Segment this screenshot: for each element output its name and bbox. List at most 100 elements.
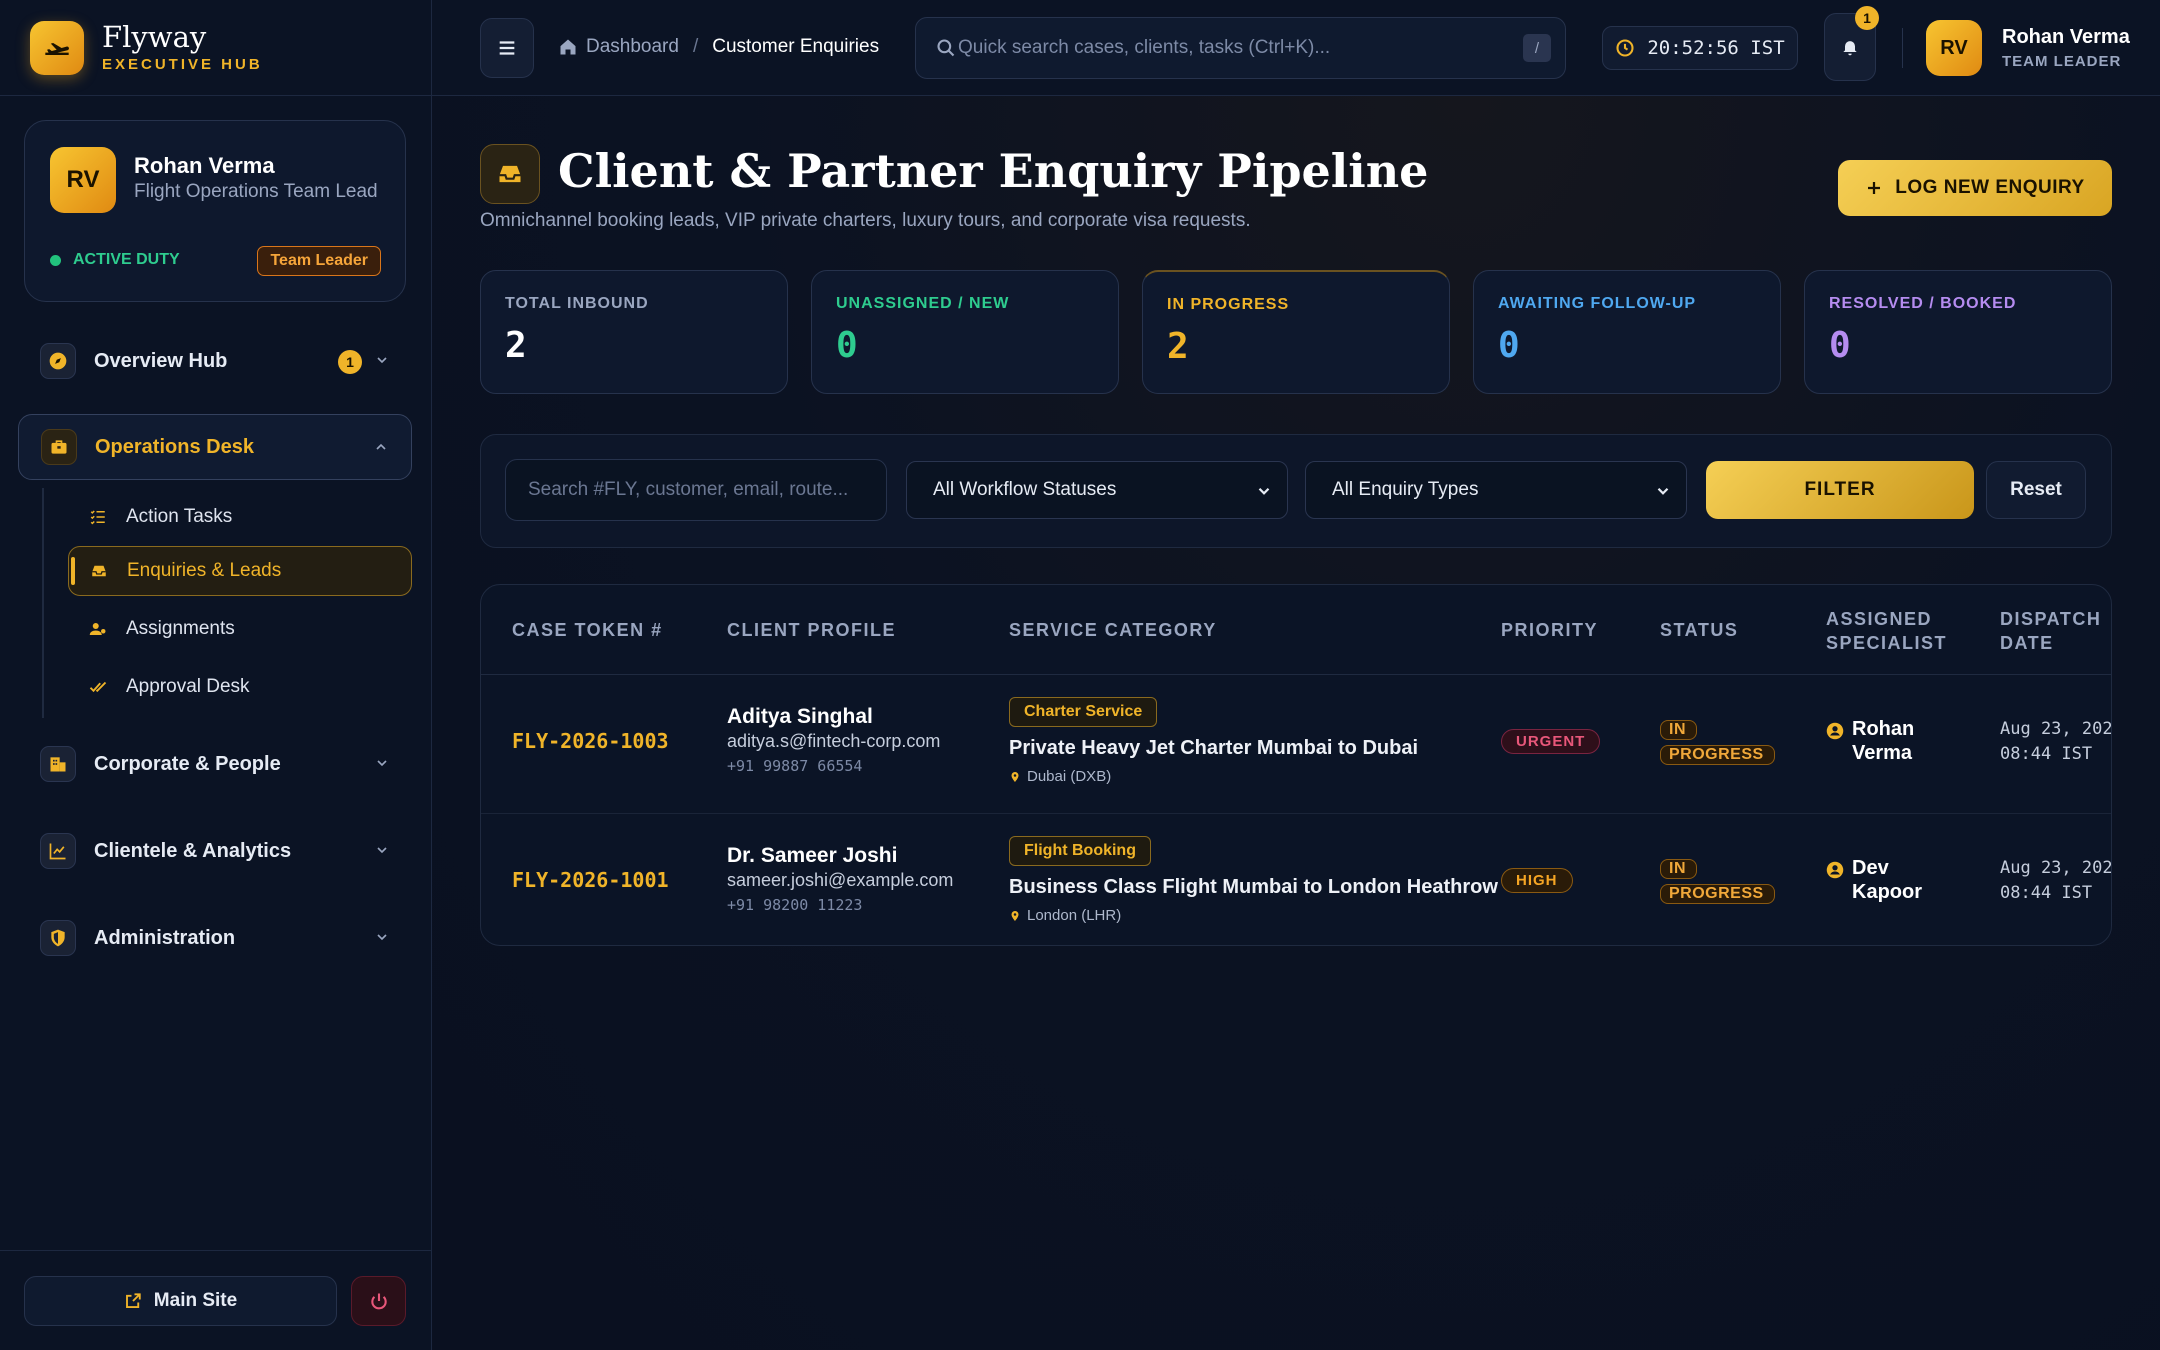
- stat-card-resolved: RESOLVED / BOOKED 0: [1804, 270, 2112, 394]
- select-value: All Enquiry Types: [1332, 479, 1479, 500]
- reset-button[interactable]: Reset: [1986, 461, 2086, 519]
- user-circle-icon: [1826, 722, 1844, 740]
- map-pin-icon: [1011, 771, 1019, 782]
- header-client-profile[interactable]: CLIENT PROFILE: [727, 618, 896, 642]
- profile-card: RV Rohan Verma Flight Operations Team Le…: [24, 120, 406, 302]
- status-line: IN: [1660, 720, 1697, 740]
- main-site-button[interactable]: Main Site: [24, 1276, 337, 1326]
- brand[interactable]: Flyway EXECUTIVE HUB: [0, 0, 431, 96]
- briefcase-icon: [41, 429, 77, 465]
- bell-icon: [1843, 41, 1857, 56]
- inbox-icon: [480, 144, 540, 204]
- assigned-specialist: Rohan Verma: [1826, 717, 1914, 765]
- client-name: Aditya Singhal: [727, 705, 873, 728]
- header-case-token[interactable]: CASE TOKEN #: [512, 618, 663, 642]
- nav-label: Administration: [94, 926, 236, 949]
- service-tag: Charter Service: [1009, 697, 1158, 727]
- nav-label: Operations Desk: [95, 435, 254, 458]
- service-tag: Flight Booking: [1009, 836, 1151, 866]
- enquiry-search-input[interactable]: [505, 459, 887, 521]
- header-status[interactable]: STATUS: [1660, 618, 1738, 642]
- client-phone: +91 98200 11223: [727, 896, 863, 914]
- chevron-down-icon: [377, 934, 387, 941]
- search-icon: [937, 39, 955, 57]
- stat-label: IN PROGRESS: [1167, 296, 1290, 313]
- dispatch-day: Aug 23, 2026: [2000, 858, 2112, 878]
- subnav-label: Enquiries & Leads: [127, 560, 282, 581]
- case-token[interactable]: FLY-2026-1003: [512, 729, 669, 753]
- breadcrumb-home[interactable]: Dashboard: [586, 36, 679, 58]
- assigned-specialist: Dev Kapoor: [1826, 856, 1922, 904]
- case-token[interactable]: FLY-2026-1001: [512, 868, 669, 892]
- building-icon: [40, 746, 76, 782]
- subnav-assignments[interactable]: Assignments: [68, 604, 412, 654]
- compass-icon: [40, 343, 76, 379]
- stat-label: UNASSIGNED / NEW: [836, 295, 1010, 312]
- dispatch-day: Aug 23, 2026: [2000, 719, 2112, 739]
- header-line: SPECIALIST: [1826, 633, 1948, 653]
- stat-value: 2: [1167, 326, 1189, 367]
- table-row[interactable]: FLY-2026-1001 Dr. Sameer Joshi sameer.jo…: [481, 813, 2112, 945]
- topbar: Dashboard / Customer Enquiries / 20:52:5…: [432, 0, 2160, 96]
- nav-label: Clientele & Analytics: [94, 839, 292, 862]
- stat-card-in-progress: IN PROGRESS 2: [1142, 270, 1450, 394]
- table-header: CASE TOKEN # CLIENT PROFILE SERVICE CATE…: [481, 585, 2111, 675]
- user-circle-icon: [1826, 861, 1844, 879]
- stat-label: TOTAL INBOUND: [505, 295, 649, 312]
- subnav-approval-desk[interactable]: Approval Desk: [68, 662, 412, 712]
- main-site-label: Main Site: [153, 1290, 238, 1311]
- profile-name: Rohan Verma: [134, 153, 275, 178]
- user-menu[interactable]: RV Rohan Verma TEAM LEADER: [1926, 20, 2130, 76]
- breadcrumb-separator: /: [692, 36, 699, 57]
- header-priority[interactable]: PRIORITY: [1501, 618, 1598, 642]
- table-row[interactable]: FLY-2026-1003 Aditya Singhal aditya.s@fi…: [481, 675, 2111, 812]
- header-service-category[interactable]: SERVICE CATEGORY: [1009, 618, 1217, 642]
- avatar: RV: [50, 147, 116, 213]
- enquiries-table: CASE TOKEN # CLIENT PROFILE SERVICE CATE…: [480, 584, 2112, 946]
- client-name: Dr. Sameer Joshi: [727, 844, 898, 867]
- nav-overview-hub[interactable]: Overview Hub 1: [18, 328, 412, 394]
- header-assigned-specialist[interactable]: ASSIGNED SPECIALIST: [1826, 607, 1947, 655]
- stat-value: 0: [836, 325, 858, 366]
- dispatch-time: 08:44 IST: [2000, 883, 2093, 903]
- user-name: Rohan Verma: [2002, 26, 2130, 48]
- specialist-last-name: Kapoor: [1852, 881, 1922, 903]
- shield-icon: [40, 920, 76, 956]
- home-icon: [560, 39, 576, 55]
- header-line: DISPATCH: [2000, 609, 2102, 629]
- stat-value: 2: [505, 325, 527, 366]
- select-value: All Workflow Statuses: [933, 479, 1117, 500]
- list-check-icon: [88, 508, 108, 526]
- subnav-action-tasks[interactable]: Action Tasks: [68, 492, 412, 542]
- page-subtitle: Omnichannel booking leads, VIP private c…: [480, 210, 1251, 231]
- status-line: IN: [1660, 859, 1697, 879]
- nav-operations-desk[interactable]: Operations Desk: [18, 414, 412, 480]
- filter-button[interactable]: FILTER: [1706, 461, 1974, 519]
- subnav-enquiries-leads[interactable]: Enquiries & Leads: [68, 546, 412, 596]
- priority-badge: HIGH: [1501, 868, 1573, 893]
- log-new-enquiry-button[interactable]: LOG NEW ENQUIRY: [1838, 160, 2112, 216]
- page-title: Client & Partner Enquiry Pipeline: [558, 144, 1429, 198]
- sidebar-footer: Main Site: [0, 1250, 432, 1350]
- logout-button[interactable]: [351, 1276, 406, 1326]
- stat-value: 0: [1829, 325, 1851, 366]
- stat-card-total: TOTAL INBOUND 2: [480, 270, 788, 394]
- subnav-label: Approval Desk: [126, 676, 250, 697]
- specialist-first-name: Dev: [1852, 857, 1889, 879]
- chevron-down-icon: [1657, 487, 1669, 495]
- nav-corporate-people[interactable]: Corporate & People: [18, 731, 412, 797]
- users-cog-icon: [88, 620, 108, 638]
- enquiry-type-select[interactable]: All Enquiry Types: [1305, 461, 1687, 519]
- nav-administration[interactable]: Administration: [18, 905, 412, 971]
- global-search-input[interactable]: [958, 37, 1518, 59]
- header-dispatch-date[interactable]: DISPATCH DATE: [2000, 607, 2101, 655]
- stat-label: RESOLVED / BOOKED: [1829, 295, 2017, 312]
- nav-label: Corporate & People: [94, 752, 281, 775]
- filter-bar: All Workflow Statuses All Enquiry Types …: [480, 434, 2112, 548]
- sidebar: Flyway EXECUTIVE HUB RV Rohan Verma Flig…: [0, 0, 432, 1350]
- menu-toggle-button[interactable]: [480, 18, 534, 78]
- workflow-status-select[interactable]: All Workflow Statuses: [906, 461, 1288, 519]
- nav-clientele-analytics[interactable]: Clientele & Analytics: [18, 818, 412, 884]
- double-check-icon: [88, 678, 108, 696]
- chevron-down-icon: [377, 357, 387, 364]
